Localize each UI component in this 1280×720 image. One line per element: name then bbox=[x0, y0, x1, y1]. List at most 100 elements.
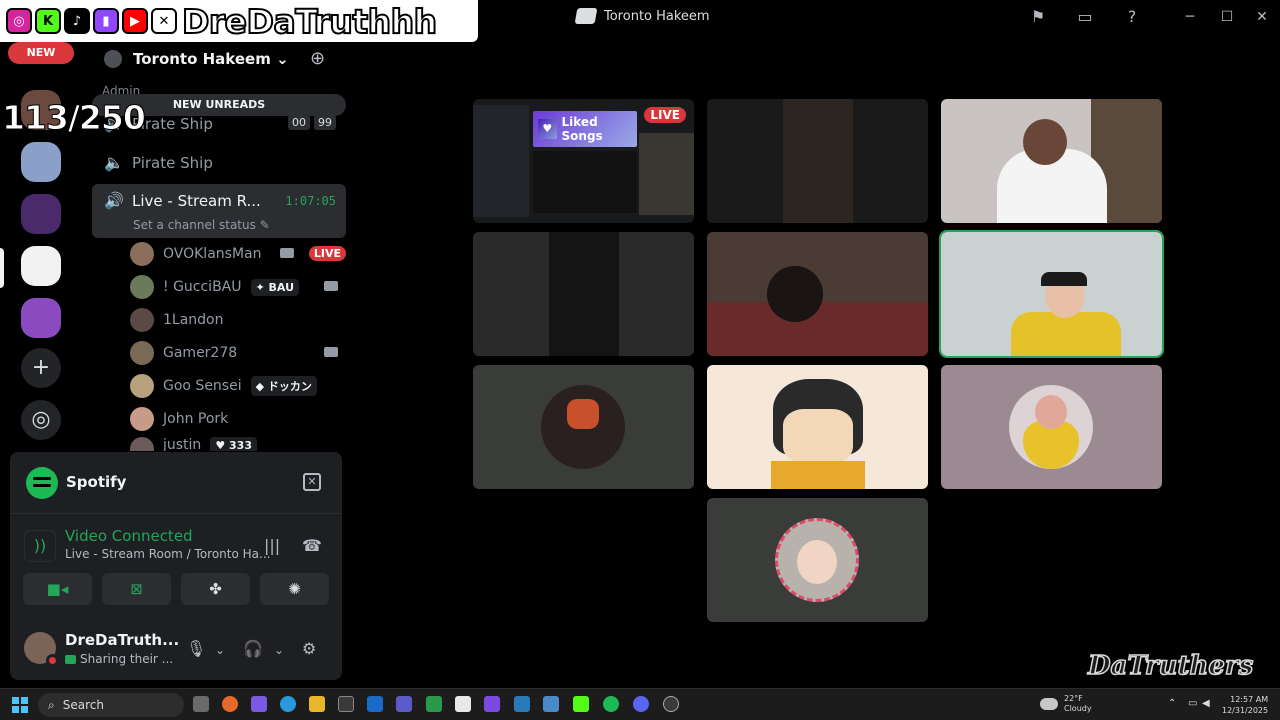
voice-user[interactable]: Gamer278 bbox=[130, 338, 346, 368]
user-avatar[interactable] bbox=[24, 632, 59, 667]
server-icon[interactable] bbox=[21, 142, 61, 182]
system-clock[interactable]: 12:57 AM 12/31/2025 bbox=[1222, 694, 1268, 716]
server-icon[interactable] bbox=[21, 194, 61, 234]
avatar-face bbox=[797, 540, 837, 584]
video-tile[interactable] bbox=[707, 232, 928, 356]
chevron-up-icon[interactable]: ⌃ bbox=[1168, 698, 1176, 709]
playlist-header: ♥ Liked Songs bbox=[533, 111, 637, 147]
participant-video bbox=[549, 232, 619, 356]
avatar bbox=[130, 437, 154, 451]
teams-icon[interactable] bbox=[396, 696, 412, 712]
firefox-icon[interactable] bbox=[222, 696, 238, 712]
user-tag: ✦ BAU bbox=[250, 278, 300, 296]
channel-status[interactable]: Set a channel status ✎ bbox=[133, 218, 270, 232]
voice-user[interactable]: OVOKlansMan LIVE bbox=[130, 239, 346, 269]
video-tile[interactable] bbox=[707, 498, 928, 622]
screen-share-button[interactable]: ⊠ bbox=[102, 573, 171, 605]
avatar bbox=[130, 407, 154, 431]
task-view-icon[interactable] bbox=[193, 696, 209, 712]
stream-tile[interactable]: ♥ Liked Songs LIVE bbox=[473, 99, 694, 223]
voice-user[interactable]: 1Landon bbox=[130, 305, 346, 335]
chevron-down-icon[interactable]: ⌄ bbox=[274, 643, 284, 657]
channel-pirate-ship-2[interactable]: 🔈 Pirate Ship bbox=[92, 147, 346, 179]
soundboard-button[interactable]: ✺ bbox=[260, 573, 329, 605]
channel-live-stream-room[interactable]: 🔊 Live - Stream R... 1:07:05 Set a chann… bbox=[92, 184, 346, 238]
discord-icon[interactable] bbox=[633, 696, 649, 712]
connection-icon[interactable]: )) bbox=[24, 530, 56, 562]
volume-icon[interactable]: ◀ bbox=[1202, 698, 1210, 709]
avatar bbox=[130, 308, 154, 332]
tiktok-icon: ♪ bbox=[64, 8, 90, 34]
edge-icon[interactable] bbox=[280, 696, 296, 712]
live-badge: LIVE bbox=[644, 107, 686, 123]
social-overlay: ◎ K ♪ ▮ ▶ ✕ DreDaTruthhh bbox=[0, 0, 478, 42]
close-activity-icon[interactable]: ✕ bbox=[303, 473, 321, 491]
server-icon[interactable] bbox=[21, 298, 61, 338]
flag-icon[interactable]: ⚑ bbox=[1028, 7, 1048, 27]
disconnect-icon[interactable]: ☎ bbox=[302, 536, 322, 555]
user-name[interactable]: DreDaTruth... bbox=[65, 631, 179, 649]
chevron-down-icon[interactable]: ⌄ bbox=[215, 643, 225, 657]
invite-icon[interactable]: ⊕ bbox=[310, 48, 325, 69]
video-tile[interactable] bbox=[941, 365, 1162, 489]
app-icon[interactable] bbox=[484, 696, 500, 712]
x-icon: ✕ bbox=[151, 8, 177, 34]
speaker-icon: 🔈 bbox=[104, 153, 124, 172]
voice-user[interactable]: Goo Sensei ◆ ドッカン bbox=[130, 371, 346, 401]
activities-button[interactable]: ✤ bbox=[181, 573, 250, 605]
voice-location[interactable]: Live - Stream Room / Toronto Ha... bbox=[65, 547, 270, 561]
app-icon[interactable] bbox=[514, 696, 530, 712]
app-icon[interactable] bbox=[455, 696, 471, 712]
participant-face bbox=[1023, 119, 1067, 165]
copilot-icon[interactable] bbox=[251, 696, 267, 712]
minimize-button[interactable]: ─ bbox=[1178, 6, 1202, 28]
video-tile[interactable] bbox=[707, 99, 928, 223]
app-icon[interactable] bbox=[663, 696, 679, 712]
speaker-active-icon: 🔊 bbox=[104, 191, 124, 210]
cloud-icon bbox=[1040, 698, 1058, 710]
track-list bbox=[533, 151, 637, 213]
discover-icon[interactable]: ◎ bbox=[21, 400, 61, 440]
network-icon[interactable]: ▭ bbox=[1188, 698, 1197, 709]
video-tile[interactable] bbox=[707, 365, 928, 489]
help-icon[interactable]: ? bbox=[1122, 7, 1142, 27]
voice-status[interactable]: Video Connected bbox=[65, 527, 193, 545]
photos-icon[interactable] bbox=[543, 696, 559, 712]
video-tile[interactable] bbox=[473, 365, 694, 489]
spotify-icon bbox=[26, 467, 58, 499]
participant-video bbox=[1011, 312, 1121, 356]
outlook-icon[interactable] bbox=[367, 696, 383, 712]
activity-name: Spotify bbox=[66, 473, 127, 491]
heart-icon: ♥ bbox=[538, 119, 557, 139]
voice-user[interactable]: ! GucciBAU ✦ BAU bbox=[130, 272, 346, 302]
settings-gear-icon[interactable]: ⚙ bbox=[302, 639, 316, 658]
video-tile-speaking[interactable] bbox=[939, 230, 1164, 358]
camera-button[interactable]: ■◂ bbox=[23, 573, 92, 605]
taskbar-search[interactable]: ⌕ Search bbox=[38, 693, 184, 717]
maximize-button[interactable]: ☐ bbox=[1215, 6, 1239, 28]
server-icon-selected[interactable] bbox=[21, 246, 61, 286]
file-explorer-icon[interactable] bbox=[309, 696, 325, 712]
server-header[interactable]: Toronto Hakeem ⌄ ⊕ bbox=[82, 42, 354, 76]
video-tile[interactable] bbox=[941, 99, 1162, 223]
spotify-icon[interactable] bbox=[603, 696, 619, 712]
inbox-icon[interactable]: ▭ bbox=[1075, 7, 1095, 27]
noise-suppression-icon[interactable]: ||| bbox=[264, 536, 280, 555]
voice-user[interactable]: justin ♥ 333 bbox=[130, 437, 346, 451]
microphone-icon[interactable]: 🎙 bbox=[186, 639, 206, 658]
voice-user[interactable]: John Pork bbox=[130, 404, 346, 434]
close-button[interactable]: ✕ bbox=[1250, 6, 1274, 28]
participant-face bbox=[767, 266, 823, 322]
store-icon[interactable] bbox=[338, 696, 354, 712]
weather-widget[interactable]: 22°F Cloudy bbox=[1040, 694, 1092, 714]
new-badge[interactable]: NEW bbox=[8, 42, 74, 64]
xbox-icon[interactable] bbox=[426, 696, 442, 712]
kick-icon[interactable] bbox=[573, 696, 589, 712]
add-server-icon[interactable]: + bbox=[21, 348, 61, 388]
headphones-icon[interactable]: 🎧 bbox=[243, 639, 263, 658]
avatar bbox=[130, 341, 154, 365]
video-tile[interactable] bbox=[473, 232, 694, 356]
viewer-counter: 113/250 bbox=[2, 98, 147, 138]
windows-taskbar: ⌕ Search 22°F Cloudy ⌃ ▭ ◀ 12:57 AM 12/31… bbox=[0, 688, 1280, 720]
windows-start-icon[interactable] bbox=[12, 697, 28, 713]
